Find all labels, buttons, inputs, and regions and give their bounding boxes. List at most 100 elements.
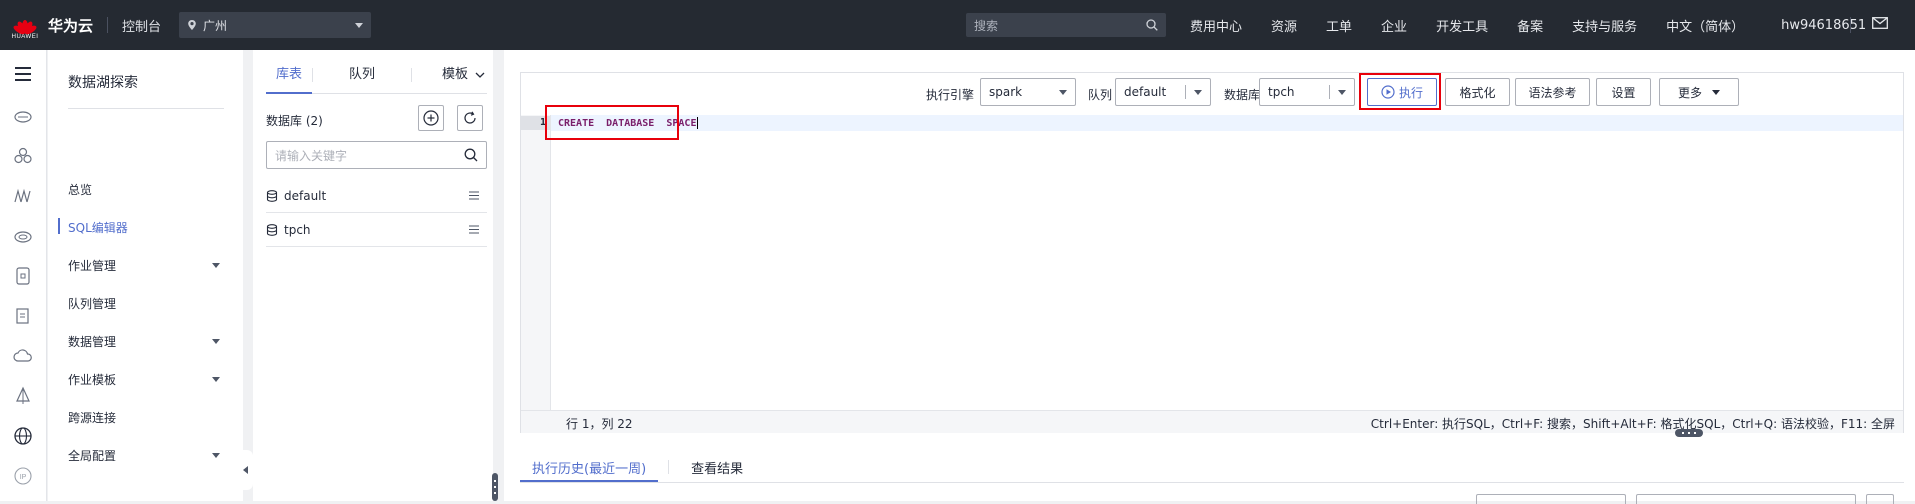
chevron-down-icon[interactable] [475, 70, 485, 80]
service-sidebar: 数据湖探索 总览 SQL编辑器 作业管理 队列管理 数据管理 作业模板 跨源连接… [48, 50, 243, 501]
sidebar-collapse-button[interactable] [237, 450, 253, 490]
nav-tickets[interactable]: 工单 [1326, 16, 1352, 35]
database-label: 数据库 [1224, 88, 1261, 102]
service-icon-rail: IP [0, 50, 47, 501]
chevron-down-icon [1059, 89, 1067, 95]
divider [668, 460, 670, 474]
active-line-highlight [551, 115, 1903, 131]
nav-dev-tools[interactable]: 开发工具 [1436, 16, 1488, 35]
filter-control[interactable] [1476, 494, 1626, 504]
document-icon[interactable] [13, 306, 33, 326]
line-number-gutter: 1 [521, 115, 551, 410]
settings-button[interactable]: 设置 [1596, 78, 1651, 106]
sidebar-item-job-templates[interactable]: 作业模板 [68, 371, 228, 388]
cloud-icon[interactable] [13, 346, 33, 366]
sidebar-item-overview[interactable]: 总览 [68, 181, 228, 198]
engine-select[interactable]: spark [980, 78, 1076, 106]
console-link[interactable]: 控制台 [122, 16, 161, 35]
sail-icon[interactable] [13, 386, 33, 406]
nav-enterprise[interactable]: 企业 [1381, 16, 1407, 35]
sidebar-item-job-management[interactable]: 作业管理 [68, 257, 228, 274]
cluster-icon[interactable] [13, 146, 33, 166]
panel-tabs: 库表 队列 模板 [266, 66, 487, 94]
syntax-reference-button[interactable]: 语法参考 [1515, 78, 1590, 106]
search-placeholder: 搜索 [974, 18, 999, 33]
refresh-icon [464, 111, 476, 124]
database-icon [266, 189, 278, 202]
database-value: tpch [1268, 85, 1295, 99]
nav-support[interactable]: 支持与服务 [1572, 16, 1637, 35]
editor-resize-handle[interactable] [1675, 429, 1703, 437]
sidebar-item-global-config[interactable]: 全局配置 [68, 447, 228, 464]
network-icon[interactable] [13, 186, 33, 206]
database-row-tpch[interactable]: tpch [266, 213, 487, 247]
service-title: 数据湖探索 [68, 75, 138, 91]
more-button[interactable]: 更多 [1659, 78, 1739, 106]
queue-select[interactable]: default [1115, 78, 1211, 106]
cloud-server-icon[interactable] [13, 106, 33, 126]
list-menu-icon[interactable] [469, 191, 479, 200]
sidebar-item-data-management[interactable]: 数据管理 [68, 333, 228, 350]
active-indicator [58, 218, 60, 234]
engine-label: 执行引擎 [926, 88, 975, 102]
database-select[interactable]: tpch [1259, 78, 1355, 106]
ip-icon[interactable]: IP [13, 466, 33, 486]
nav-icp-filing[interactable]: 备案 [1517, 16, 1543, 35]
result-tabs: 执行历史(最近一周) 查看结果 [520, 448, 755, 484]
panel-gap [243, 50, 253, 501]
database-row-default[interactable]: default [266, 179, 487, 213]
divider [520, 482, 1904, 483]
chevron-down-icon [355, 22, 364, 28]
tab-templates[interactable]: 模板 [432, 66, 478, 93]
chevron-down-icon [1338, 89, 1346, 95]
format-button[interactable]: 格式化 [1445, 78, 1510, 106]
sidebar-item-sql-editor[interactable]: SQL编辑器 [68, 219, 228, 236]
chevron-down-icon [212, 263, 220, 268]
tab-databases[interactable]: 库表 [266, 66, 313, 94]
highlight-box [1359, 73, 1441, 110]
search-icon[interactable] [464, 148, 478, 162]
storage-icon[interactable] [13, 266, 33, 286]
tab-queues[interactable]: 队列 [339, 66, 385, 93]
sql-editor: 执行引擎 spark 队列 default 数据库 tpch 执行 格式化 语法… [520, 72, 1904, 433]
shortcut-hints: Ctrl+Enter: 执行SQL，Ctrl+F: 搜索，Shift+Alt+F… [1370, 417, 1895, 431]
brand-name: 华为云 [48, 16, 94, 35]
global-search-input[interactable]: 搜索 [966, 13, 1166, 37]
location-pin-icon [188, 20, 196, 30]
tab-execution-history[interactable]: 执行历史(最近一周) [520, 448, 659, 482]
add-database-button[interactable] [418, 105, 444, 131]
sidebar-item-datasource-connections[interactable]: 跨源连接 [68, 409, 228, 426]
sql-editor-card: 执行引擎 spark 队列 default 数据库 tpch 执行 格式化 语法… [504, 50, 1915, 504]
search-icon[interactable] [1146, 19, 1158, 31]
tab-view-results[interactable]: 查看结果 [679, 448, 755, 482]
nav-resources[interactable]: 资源 [1271, 16, 1297, 35]
globe-icon[interactable] [13, 426, 33, 446]
panel-resize-handle[interactable] [492, 473, 498, 501]
refresh-button[interactable] [457, 105, 483, 131]
database-search-input[interactable]: 请输入关键字 [266, 141, 487, 169]
region-selector[interactable]: 广州 [179, 12, 372, 38]
chevron-down-icon [212, 339, 220, 344]
search-control[interactable] [1636, 494, 1856, 504]
database-count-label: 数据库 (2) [266, 114, 323, 128]
highlight-box [545, 105, 679, 140]
svg-text:IP: IP [20, 474, 27, 481]
hamburger-menu-icon[interactable] [13, 64, 33, 84]
list-menu-icon[interactable] [469, 225, 479, 234]
divider [411, 68, 413, 82]
chevron-down-icon [1712, 89, 1720, 95]
nav-language[interactable]: 中文（简体） [1666, 16, 1744, 35]
editor-toolbar: 执行引擎 spark 队列 default 数据库 tpch 执行 格式化 语法… [521, 73, 1903, 115]
divider [107, 17, 109, 33]
add-circle-icon [423, 110, 439, 126]
mail-icon[interactable] [1872, 17, 1888, 29]
sidebar-item-queue-management[interactable]: 队列管理 [68, 295, 228, 312]
nav-billing[interactable]: 费用中心 [1190, 16, 1242, 35]
text-cursor [697, 117, 699, 129]
database-icon[interactable] [13, 226, 33, 246]
database-icon [266, 223, 278, 236]
huawei-cloud-logo[interactable]: HUAWEI 华为云 [10, 5, 93, 45]
user-account[interactable]: hw94618651 [1781, 18, 1866, 33]
refresh-control[interactable] [1866, 494, 1894, 504]
queue-label: 队列 [1088, 88, 1113, 102]
